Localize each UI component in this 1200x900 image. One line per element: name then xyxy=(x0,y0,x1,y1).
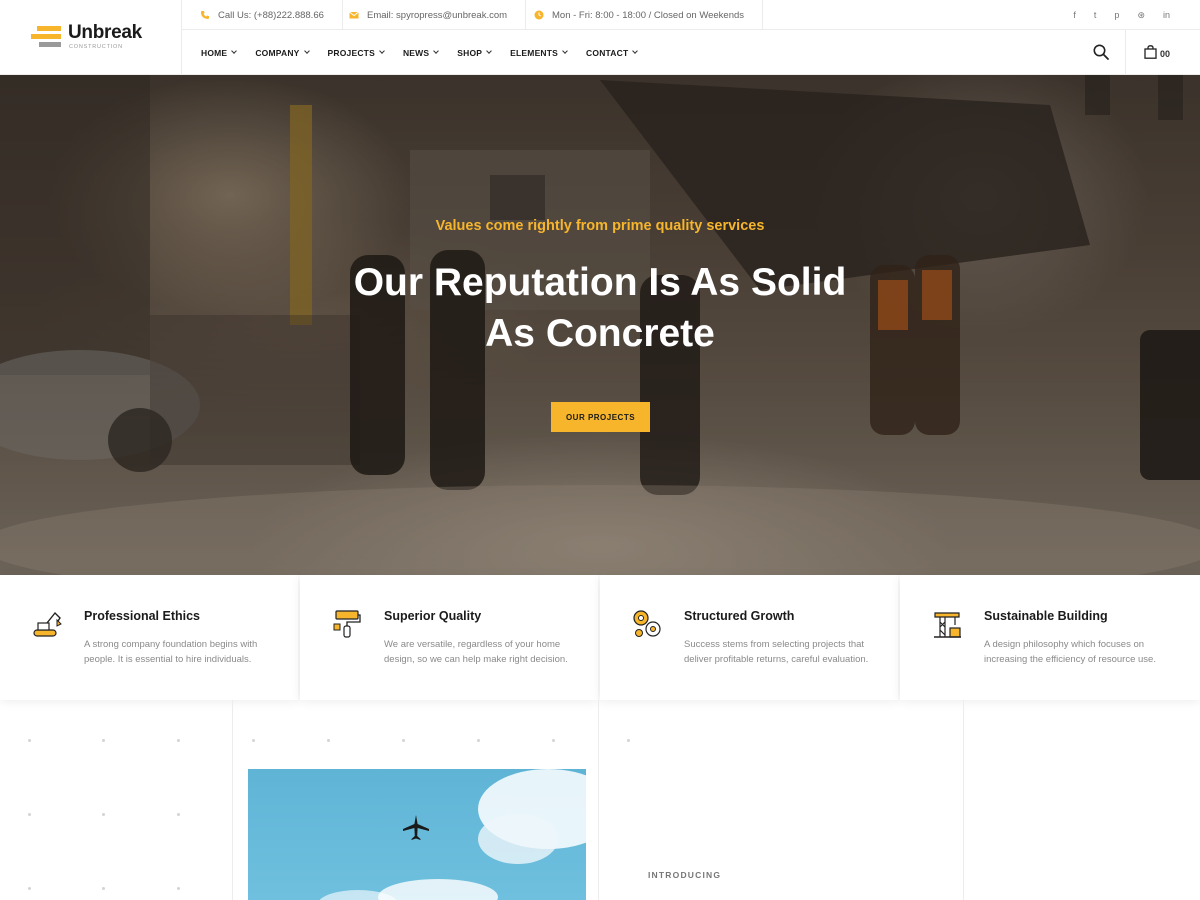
feature-title: Structured Growth xyxy=(684,609,795,623)
feature-title: Sustainable Building xyxy=(984,609,1108,623)
chevron-down-icon xyxy=(379,48,385,54)
pinterest-icon[interactable]: p xyxy=(1114,10,1119,20)
nav-item-label: NEWS xyxy=(402,47,430,58)
feature-title: Professional Ethics xyxy=(84,609,201,623)
decor-dot xyxy=(28,739,31,742)
feature-card: Professional Ethics A strong company fou… xyxy=(0,575,298,700)
decor-dot xyxy=(28,813,31,816)
logo[interactable]: Unbreak CONSTRUCTION xyxy=(0,0,182,75)
linkedin-icon[interactable]: in xyxy=(1163,10,1170,20)
nav-item-label: HOME xyxy=(201,47,228,58)
hero-title-line: Our Reputation Is As Solid xyxy=(353,261,847,304)
contact-phone[interactable]: Call Us: (+88)222.888.66 xyxy=(182,0,343,30)
cart-count: 00 xyxy=(1160,49,1171,59)
chevron-down-icon xyxy=(632,48,639,54)
decor-dot xyxy=(102,739,105,742)
decor-dot xyxy=(477,739,480,742)
main-nav: HOME COMPANY PROJECTS NEWS SHOP ELEMENTS… xyxy=(182,30,1200,75)
nav-item-elements[interactable]: ELEMENTS xyxy=(510,47,568,58)
decor-dot xyxy=(552,739,555,742)
nav-item-label: PROJECTS xyxy=(327,47,375,58)
about-image xyxy=(248,769,586,900)
contact-email[interactable]: Email: spyropress@unbreak.com xyxy=(331,0,527,30)
nav-item-home[interactable]: HOME xyxy=(201,47,238,58)
feature-text: A strong company foundation begins with … xyxy=(84,639,258,665)
search-icon[interactable] xyxy=(1092,43,1110,61)
decor-dot xyxy=(327,739,330,742)
feature-card: Sustainable Building A design philosophy… xyxy=(900,575,1200,700)
decor-dot xyxy=(102,887,105,890)
mail-icon xyxy=(349,11,359,19)
nav-item-shop[interactable]: SHOP xyxy=(457,47,492,58)
section-eyebrow: INTRODUCING xyxy=(648,870,722,880)
dribbble-icon[interactable]: ⊛ xyxy=(1137,10,1145,21)
cart[interactable]: 00 xyxy=(1125,30,1200,75)
paint-roller-icon xyxy=(333,610,361,638)
phone-icon xyxy=(201,11,209,19)
feature-text: We are versatile, regardless of your hom… xyxy=(384,639,568,665)
decor-dot xyxy=(627,739,630,742)
hero-tagline: Values come rightly from prime quality s… xyxy=(435,218,765,234)
logo-name: Unbreak xyxy=(68,22,142,43)
nav-item-company[interactable]: COMPANY xyxy=(255,47,310,58)
shopping-bag-icon[interactable] xyxy=(1144,45,1157,59)
nav-item-projects[interactable]: PROJECTS xyxy=(327,47,385,58)
chevron-down-icon xyxy=(231,48,238,54)
feature-text: Success stems from selecting projects th… xyxy=(684,639,869,665)
nav-item-label: COMPANY xyxy=(255,47,300,58)
facebook-icon[interactable]: f xyxy=(1073,10,1076,20)
chevron-down-icon xyxy=(486,48,492,54)
decor-dot xyxy=(28,887,31,890)
nav-item-label: CONTACT xyxy=(586,47,629,58)
our-projects-button[interactable]: OUR PROJECTS xyxy=(551,402,650,432)
chevron-down-icon xyxy=(303,48,310,54)
decor-dot xyxy=(177,887,180,890)
decor-dot xyxy=(102,813,105,816)
gears-icon xyxy=(633,610,661,637)
grid-divider xyxy=(963,700,964,900)
contact-email-text: Email: spyropress@unbreak.com xyxy=(367,9,508,21)
opening-hours-text: Mon - Fri: 8:00 - 18:00 / Closed on Week… xyxy=(552,9,745,21)
feature-card: Structured Growth Success stems from sel… xyxy=(600,575,898,700)
feature-title: Superior Quality xyxy=(384,609,482,623)
logo-subtitle: CONSTRUCTION xyxy=(69,44,123,50)
grid-divider xyxy=(598,700,599,900)
social-links: f t p ⊛ in xyxy=(1073,0,1170,30)
clock-icon xyxy=(534,10,544,20)
nav-item-contact[interactable]: CONTACT xyxy=(586,47,639,58)
hero-banner: Values come rightly from prime quality s… xyxy=(0,75,1200,575)
features-row: Professional Ethics A strong company fou… xyxy=(0,575,1200,700)
chevron-down-icon xyxy=(562,48,568,54)
nav-item-news[interactable]: NEWS xyxy=(402,47,440,58)
about-section: INTRODUCING xyxy=(0,700,1200,900)
excavator-icon xyxy=(33,611,62,637)
decor-dot xyxy=(402,739,405,742)
contact-phone-text: Call Us: (+88)222.888.66 xyxy=(218,9,324,21)
site-header: Unbreak CONSTRUCTION Call Us: (+88)222.8… xyxy=(0,0,1200,75)
airplane-sky-image xyxy=(319,769,586,900)
twitter-icon[interactable]: t xyxy=(1094,10,1097,20)
feature-card: Superior Quality We are versatile, regar… xyxy=(300,575,598,700)
grid-divider xyxy=(232,700,233,900)
opening-hours: Mon - Fri: 8:00 - 18:00 / Closed on Week… xyxy=(516,0,764,30)
hero-title: Our Reputation Is As Solid As Concrete xyxy=(0,257,1200,359)
top-bar: Call Us: (+88)222.888.66 Email: spyropre… xyxy=(182,0,1200,30)
chevron-down-icon xyxy=(433,48,440,54)
feature-text: A design philosophy which focuses on inc… xyxy=(984,639,1156,665)
logo-mark-icon xyxy=(31,26,61,48)
decor-dot xyxy=(252,739,255,742)
decor-dot xyxy=(177,813,180,816)
hero-title-line: As Concrete xyxy=(485,312,715,355)
decor-dot xyxy=(177,739,180,742)
crane-icon xyxy=(934,612,961,638)
nav-item-label: SHOP xyxy=(457,47,483,58)
nav-item-label: ELEMENTS xyxy=(510,47,559,58)
